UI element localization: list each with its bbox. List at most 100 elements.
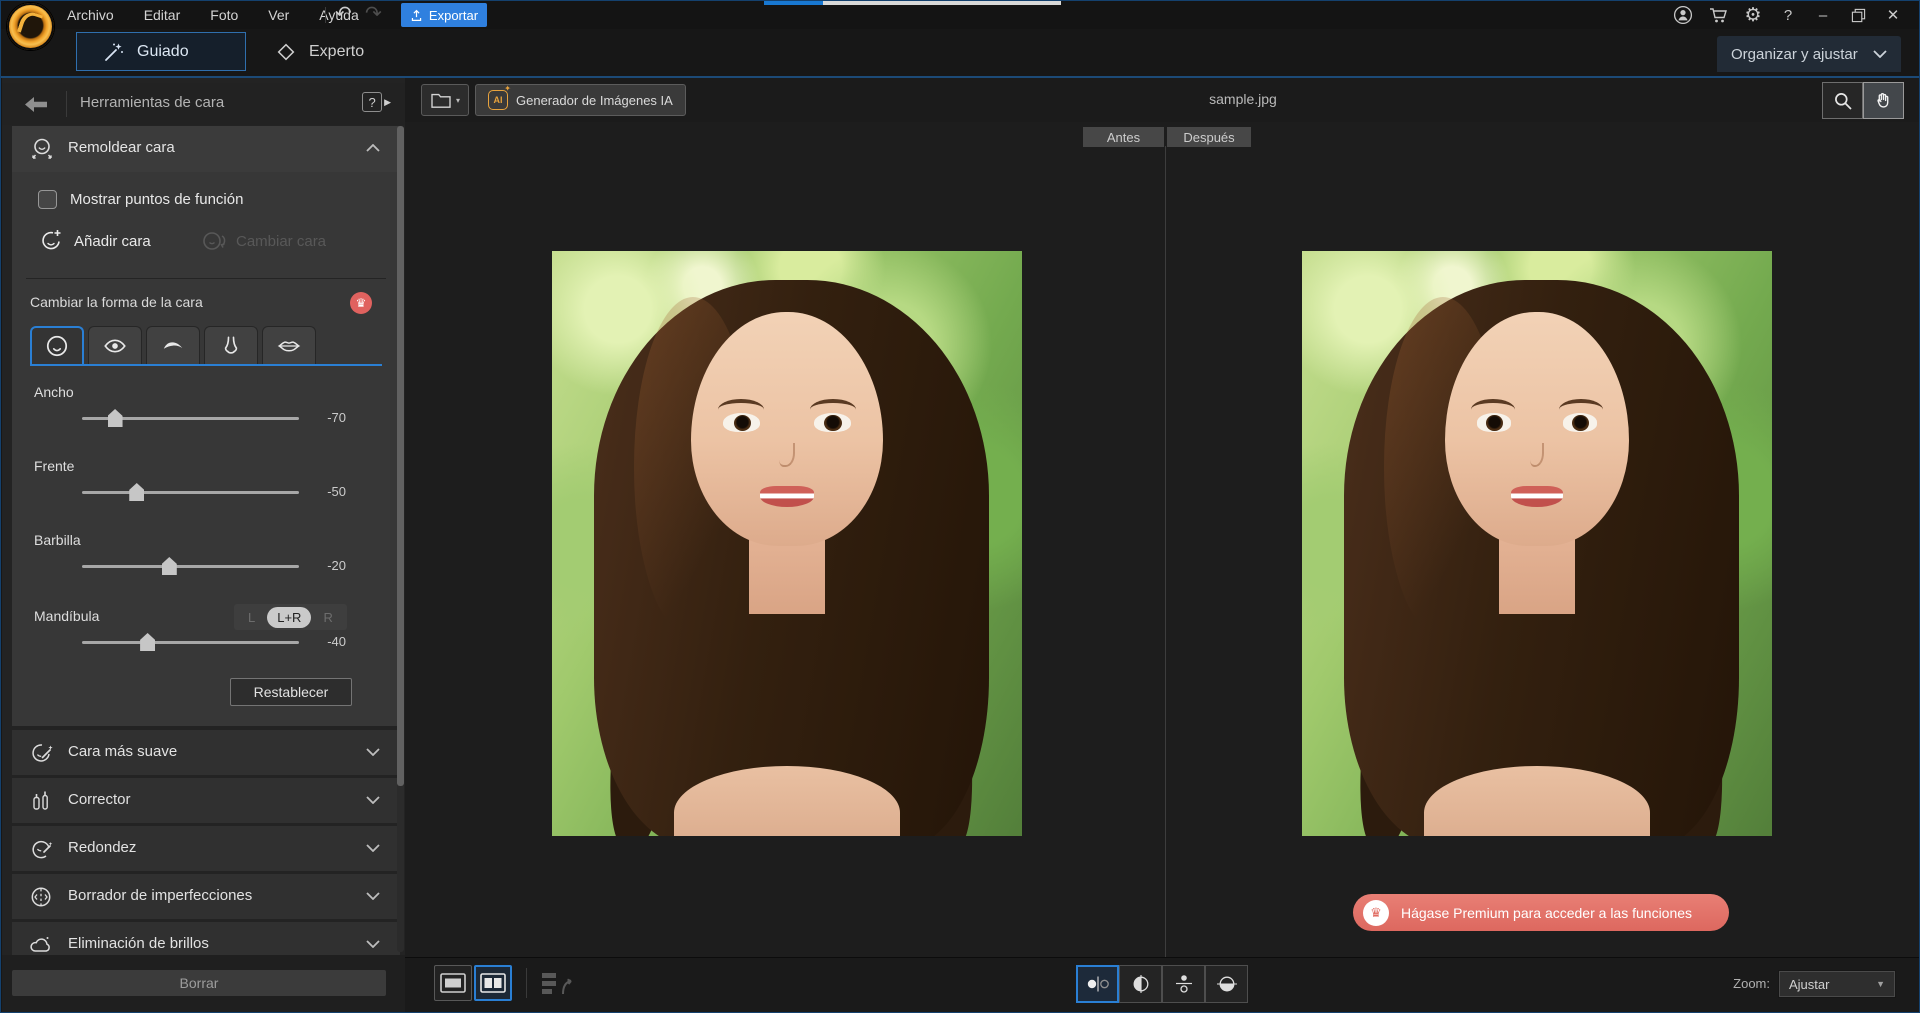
tab-face-shape[interactable] [30, 326, 84, 364]
eyebrow-icon [160, 333, 186, 359]
jaw-right-button[interactable]: R [315, 608, 340, 627]
jaw-both-button[interactable]: L+R [267, 607, 311, 628]
slider-label: Ancho [34, 384, 74, 400]
slider-label: Mandíbula [34, 608, 99, 624]
slider-value: -40 [327, 634, 346, 649]
before-tab-label: Antes [1107, 130, 1140, 145]
gear-icon[interactable]: ⚙ [1743, 5, 1763, 25]
premium-label: Hágase Premium para acceder a las funcio… [1401, 905, 1692, 921]
swap-face-button[interactable]: Cambiar cara [200, 228, 326, 254]
jaw-left-button[interactable]: L [240, 608, 263, 627]
face-shape-row: Cambiar la forma de la cara ♛ [12, 292, 400, 318]
menu-archivo[interactable]: Archivo [67, 7, 114, 23]
undo-icon[interactable]: ↶ [335, 1, 352, 26]
slider-track[interactable] [82, 641, 299, 644]
tab-eyes[interactable] [88, 326, 142, 364]
section-roundness[interactable]: Redondez [12, 826, 400, 871]
sidebar-scrollbar[interactable] [397, 126, 404, 952]
tab-guiado[interactable]: Guiado [76, 32, 246, 71]
chevron-down-icon [366, 940, 380, 948]
slider-thumb[interactable] [129, 483, 144, 501]
scrollbar-thumb[interactable] [397, 126, 404, 786]
panel-help-button[interactable]: ? ▶ [362, 92, 391, 112]
portrait-mouth [760, 486, 814, 507]
tab-experto[interactable]: Experto [259, 32, 399, 71]
menu-foto[interactable]: Foto [210, 7, 238, 23]
filename-label: sample.jpg [1173, 91, 1313, 107]
account-icon[interactable] [1673, 5, 1693, 25]
nose-icon [218, 333, 244, 359]
show-feature-points-label: Mostrar puntos de función [70, 191, 243, 208]
slider-thumb[interactable] [108, 409, 123, 427]
compare-side-by-side-button[interactable] [1076, 965, 1119, 1003]
slider-thumb[interactable] [140, 633, 155, 651]
progress-bar [764, 1, 1061, 5]
canvas-nav-tools [1822, 82, 1904, 119]
section-label: Eliminación de brillos [68, 935, 209, 952]
clear-button[interactable]: Borrar [12, 970, 386, 996]
slider-value: -70 [327, 410, 346, 425]
after-tab[interactable]: Después [1167, 127, 1251, 147]
back-button[interactable] [14, 91, 58, 117]
add-face-button[interactable]: Añadir cara [38, 228, 151, 254]
cart-icon[interactable] [1708, 5, 1728, 25]
zoom-dropdown[interactable]: Ajustar ▼ [1778, 970, 1896, 998]
menu-editar[interactable]: Editar [144, 7, 181, 23]
minimize-icon[interactable]: – [1813, 5, 1833, 25]
show-feature-points-checkbox[interactable] [38, 190, 57, 209]
face-actions-row: Añadir cara Cambiar cara [12, 228, 400, 260]
slider-track[interactable] [82, 417, 299, 420]
section-smoother-face[interactable]: Cara más suave [12, 730, 400, 775]
export-icon [410, 9, 423, 22]
zoom-tool-button[interactable] [1822, 82, 1863, 119]
tab-lips[interactable] [262, 326, 316, 364]
help-icon[interactable]: ? [1778, 5, 1798, 25]
slider-frente: Frente -50 [12, 458, 400, 518]
single-view-button[interactable] [434, 965, 472, 1001]
pan-tool-button[interactable] [1863, 82, 1904, 119]
before-canvas[interactable] [552, 251, 1022, 836]
chevron-down-icon [366, 844, 380, 852]
tab-nose[interactable] [204, 326, 258, 364]
portrait-mouth [1511, 486, 1562, 507]
tab-eyebrows[interactable] [146, 326, 200, 364]
before-tab[interactable]: Antes [1083, 127, 1164, 147]
compare-split-horizontal-button[interactable] [1205, 965, 1248, 1003]
compare-top-bottom-button[interactable] [1162, 965, 1205, 1003]
slider-label: Barbilla [34, 532, 81, 548]
after-canvas[interactable] [1302, 251, 1772, 836]
premium-crown-icon: ♛ [350, 292, 372, 314]
back-arrow-icon [24, 96, 48, 113]
slider-track[interactable] [82, 565, 299, 568]
folder-icon [430, 91, 452, 109]
menu-ver[interactable]: Ver [268, 7, 289, 23]
after-tab-label: Después [1183, 130, 1234, 145]
magic-wand-icon [103, 41, 125, 63]
section-blemish-remover[interactable]: Borrador de imperfecciones [12, 874, 400, 919]
redo-icon[interactable]: ↷ [365, 1, 382, 26]
split-vertical-icon [1131, 975, 1151, 993]
compare-split-vertical-button[interactable] [1119, 965, 1162, 1003]
reset-button[interactable]: Restablecer [230, 678, 352, 706]
ai-image-generator-button[interactable]: AI Generador de Imágenes IA [475, 84, 686, 116]
browse-folder-button[interactable]: ▾ [421, 84, 469, 116]
chevron-up-icon[interactable] [366, 144, 380, 152]
slider-label: Frente [34, 458, 74, 474]
concealer-icon [28, 788, 54, 814]
section-concealer[interactable]: Corrector [12, 778, 400, 823]
slider-thumb[interactable] [162, 557, 177, 575]
slider-track[interactable] [82, 491, 299, 494]
canvas-toolbar: ▾ AI Generador de Imágenes IA sample.jpg [405, 78, 1920, 122]
restore-icon[interactable] [1848, 5, 1868, 25]
reshape-section-header[interactable]: Remoldear cara [12, 126, 400, 172]
close-icon[interactable]: ✕ [1883, 5, 1903, 25]
export-button[interactable]: Exportar [401, 3, 487, 27]
premium-upgrade-button[interactable]: ♛ Hágase Premium para acceder a las func… [1353, 894, 1729, 931]
hand-icon [1874, 91, 1893, 110]
split-view-button[interactable] [474, 965, 512, 1001]
titlebar: Archivo Editar Foto Ver Ayuda ↶ ↷ Export… [1, 1, 1919, 29]
face-tools-panel: Herramientas de cara ? ▶ Remoldear cara [2, 78, 405, 1013]
organize-dropdown[interactable]: Organizar y ajustar [1717, 36, 1901, 72]
ai-button-label: Generador de Imágenes IA [516, 93, 673, 108]
panel-divider [1165, 146, 1166, 958]
